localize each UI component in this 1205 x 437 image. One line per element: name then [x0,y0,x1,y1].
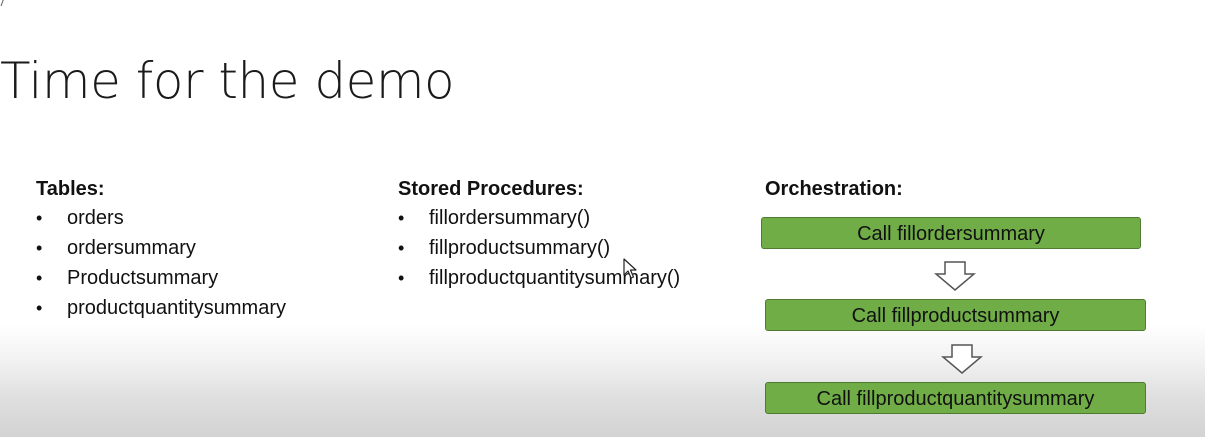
bullet-icon: • [398,208,405,228]
list-item: • productquantitysummary [36,293,286,323]
tables-section: Tables: • orders • ordersummary • Productsu… [36,175,286,323]
bullet-icon: • [36,298,43,318]
step-label: Call fillproductquantitysummary [816,388,1095,410]
orchestration-step-3: Call fillproductquantitysummary [765,382,1146,414]
list-item: • fillordersummary() [398,203,680,233]
table-name: Productsummary [67,267,219,289]
orchestration-step-1: Call fillordersummary [761,217,1141,249]
tables-list: • orders • ordersummary • Productsummary • p… [36,203,286,323]
list-item: • fillproductquantitysummary() [398,263,680,293]
table-name: productquantitysummary [67,297,286,319]
procedure-name: fillproductsummary() [429,237,611,259]
bullet-icon: • [36,268,43,288]
list-item: • Productsummary [36,263,286,293]
bullet-icon: • [398,238,405,258]
orchestration-section: Orchestration: [765,175,903,203]
bullet-icon: • [398,268,405,288]
orchestration-heading: Orchestration: [765,178,903,200]
slide-title: Time for the demo [0,51,455,110]
orchestration-step-2: Call fillproductsummary [765,299,1146,331]
list-item: • ordersummary [36,233,286,263]
bullet-icon: • [36,208,43,228]
stored-procedures-heading: Stored Procedures: [398,178,584,200]
stored-procedures-section: Stored Procedures: • fillordersummary() •… [398,175,680,293]
tables-heading: Tables: [36,178,105,200]
step-label: Call fillordersummary [857,223,1045,245]
procedure-name: fillordersummary() [429,207,591,229]
list-item: • fillproductsummary() [398,233,680,263]
corner-mark [0,0,8,6]
slide: Time for the demo Tables: • orders • order… [0,0,1205,437]
list-item: • orders [36,203,286,233]
table-name: ordersummary [67,237,196,259]
stored-procedures-list: • fillordersummary() • fillproductsummary(… [398,203,680,293]
step-label: Call fillproductsummary [851,305,1060,327]
procedure-name: fillproductquantitysummary() [429,267,681,289]
bullet-icon: • [36,238,43,258]
mouse-pointer-icon [623,258,637,279]
down-arrow-icon [934,261,976,291]
table-name: orders [67,207,124,229]
down-arrow-icon [941,344,983,374]
